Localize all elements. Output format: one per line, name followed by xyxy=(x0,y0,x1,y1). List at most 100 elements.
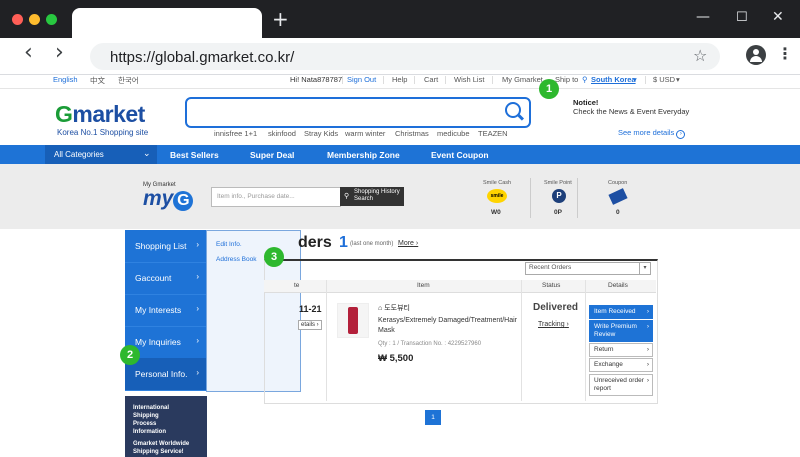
greeting-text: Hi! Nata878787 xyxy=(290,75,343,84)
orders-header-row: te Item Status Details xyxy=(264,280,656,293)
smile-point-icon: P xyxy=(552,189,566,203)
orders-count: 1 xyxy=(339,234,348,251)
maximize-window-dot[interactable] xyxy=(46,14,57,25)
browser-tab[interactable] xyxy=(72,8,262,38)
address-book-link[interactable]: Address Book xyxy=(216,256,256,263)
browser-menu-icon[interactable]: ⋮ xyxy=(777,44,793,63)
search-input[interactable] xyxy=(185,97,531,128)
notice-text[interactable]: Check the News & Event Everyday xyxy=(573,107,693,116)
column-status: Status xyxy=(542,282,561,289)
nav-best-sellers[interactable]: Best Sellers xyxy=(170,150,219,160)
pagination-page-1[interactable]: 1 xyxy=(425,410,441,425)
search-tag[interactable]: warm winter xyxy=(345,129,385,138)
product-price: ₩ 5,500 xyxy=(378,353,414,364)
unreceived-order-report-button[interactable]: Unreceived order report › xyxy=(589,374,653,396)
nav-event-coupon[interactable]: Event Coupon xyxy=(431,150,489,160)
step-badge-1: 1 xyxy=(539,79,559,99)
close-window-dot[interactable] xyxy=(12,14,23,25)
minimize-window-dot[interactable] xyxy=(29,14,40,25)
search-tag[interactable]: skinfood xyxy=(268,129,296,138)
coupon-value: 0 xyxy=(616,209,620,216)
nav-super-deal[interactable]: Super Deal xyxy=(250,150,294,160)
smile-cash-label[interactable]: Smile Cash xyxy=(483,180,511,186)
sidebar-item-shopping-list[interactable]: Shopping List › xyxy=(125,230,207,263)
logo-tagline: Korea No.1 Shopping site xyxy=(57,128,149,137)
notice-title: Notice! xyxy=(573,98,599,107)
return-button[interactable]: Return › xyxy=(589,343,653,357)
order-date: 11-21 xyxy=(299,304,322,314)
order-status: Delivered xyxy=(533,302,579,313)
my-gmarket-link[interactable]: My Gmarket xyxy=(502,75,543,84)
help-link[interactable]: Help xyxy=(392,75,407,84)
chevron-right-icon: › xyxy=(196,304,199,313)
smile-cash-icon: smile xyxy=(487,189,507,203)
my-g-logo[interactable]: my G xyxy=(143,187,194,211)
wish-list-link[interactable]: Wish List xyxy=(454,75,484,84)
orders-more-link[interactable]: More › xyxy=(398,240,418,247)
coupon-label[interactable]: Coupon xyxy=(608,180,627,186)
nav-membership-zone[interactable]: Membership Zone xyxy=(327,150,400,160)
search-icon[interactable] xyxy=(505,102,521,118)
search-tag[interactable]: Stray Kids xyxy=(304,129,338,138)
chevron-right-icon: › xyxy=(196,336,199,345)
ship-to-country[interactable]: South Korea xyxy=(591,75,636,84)
write-premium-review-button[interactable]: Write Premium Review › xyxy=(589,320,653,342)
smile-point-label[interactable]: Smile Point xyxy=(544,180,572,186)
all-categories-button[interactable]: All Categories ⌄ xyxy=(45,145,157,164)
orders-period: (last one month) xyxy=(350,241,394,247)
url-text[interactable]: https://global.gmarket.co.kr/ xyxy=(110,49,294,66)
maximize-icon[interactable]: ☐ xyxy=(736,10,748,25)
item-received-button[interactable]: Item Received › xyxy=(589,305,653,319)
new-tab-button[interactable]: + xyxy=(272,9,289,29)
recent-orders-select[interactable]: Recent Orders ▾ xyxy=(525,262,651,275)
currency-dropdown-icon[interactable]: ▾ xyxy=(676,75,680,84)
history-search-input[interactable]: Item info., Purchase date... xyxy=(211,187,341,207)
search-tag[interactable]: medicube xyxy=(437,129,470,138)
product-qty-transaction: Qty : 1 / Transaction No. : 4229527960 xyxy=(378,341,482,347)
lang-chinese[interactable]: 中文 xyxy=(90,75,105,86)
plus-circle-icon: › xyxy=(676,130,686,139)
chevron-down-icon: ⌄ xyxy=(143,148,151,158)
product-name[interactable]: Kerasys/Extremely Damaged/Treatment/Hair… xyxy=(378,316,518,336)
shop-icon: ⌂ xyxy=(378,305,383,312)
search-icon: ⚲ xyxy=(344,193,350,200)
column-details: Details xyxy=(608,282,628,289)
gmarket-logo[interactable]: Gmarket xyxy=(55,101,145,128)
lang-english[interactable]: English xyxy=(53,75,78,84)
sidebar-item-personal-info[interactable]: Personal Info. › xyxy=(125,358,207,391)
chevron-right-icon: › xyxy=(196,368,199,377)
order-details-button[interactable]: etails › xyxy=(298,320,322,330)
step-badge-2: 2 xyxy=(120,345,140,365)
edit-info-link[interactable]: Edit Info. xyxy=(216,241,242,248)
cart-link[interactable]: Cart xyxy=(424,75,438,84)
product-image[interactable] xyxy=(337,303,369,338)
back-arrow-icon[interactable]: ‹ xyxy=(24,40,33,65)
worldwide-shipping-banner[interactable]: International Shipping Process Informati… xyxy=(125,396,207,457)
lang-korean[interactable]: 한국어 xyxy=(118,75,139,86)
forward-arrow-icon[interactable]: › xyxy=(55,40,64,65)
sign-out-link[interactable]: Sign Out xyxy=(347,75,376,84)
chevron-right-icon: › xyxy=(196,272,199,281)
ship-to-label: Ship to xyxy=(555,75,579,84)
profile-avatar-icon[interactable] xyxy=(746,45,766,65)
minimize-icon[interactable]: — xyxy=(696,9,710,25)
sidebar-item-my-interests[interactable]: My Interests › xyxy=(125,294,207,327)
search-tag[interactable]: Christmas xyxy=(395,129,429,138)
column-item: Item xyxy=(417,282,430,289)
utility-bar: English 中文 한국어 Hi! Nata878787 Sign Out H… xyxy=(0,72,800,89)
sidebar-item-gaccount[interactable]: Gaccount › xyxy=(125,262,207,295)
step-badge-3: 3 xyxy=(264,247,284,267)
see-more-link[interactable]: See more details › xyxy=(618,128,686,139)
shopping-history-search-button[interactable]: ⚲ Shopping History Search xyxy=(340,187,404,206)
shop-name[interactable]: ⌂ 도도뷰티 xyxy=(378,303,410,313)
close-icon[interactable]: ✕ xyxy=(772,9,784,25)
tracking-link[interactable]: Tracking › xyxy=(538,321,569,328)
orders-title: ders xyxy=(298,234,332,251)
currency-select[interactable]: $ USD xyxy=(653,75,675,84)
exchange-button[interactable]: Exchange › xyxy=(589,358,653,372)
bookmark-star-icon[interactable]: ☆ xyxy=(693,46,707,65)
search-tag[interactable]: TEAZEN xyxy=(478,129,508,138)
smile-cash-value: W0 xyxy=(491,209,501,216)
country-dropdown-icon[interactable]: ▾ xyxy=(633,75,637,84)
search-tag[interactable]: innisfree 1+1 xyxy=(214,129,257,138)
